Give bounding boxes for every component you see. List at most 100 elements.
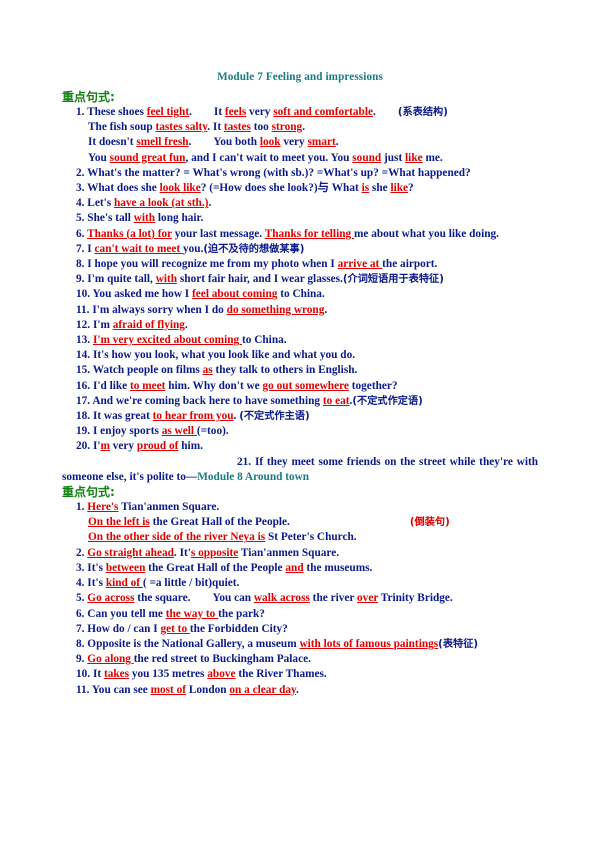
highlighted-phrase: and bbox=[285, 561, 304, 574]
highlighted-phrase: I'm very excited about coming bbox=[92, 334, 242, 347]
module8-item-2: 2. Go straight ahead. It's opposite Tian… bbox=[62, 546, 538, 561]
module7-item-10: 10. You asked me how I feel about coming… bbox=[62, 287, 538, 302]
sentence-text: You asked me how I bbox=[92, 288, 193, 301]
highlighted-phrase: as well bbox=[161, 425, 197, 438]
item-number: 6. bbox=[76, 227, 88, 240]
sentence-text: . bbox=[373, 106, 376, 118]
highlighted-phrase: Thanks (a lot) for bbox=[87, 227, 172, 240]
highlighted-phrase: do something wrong bbox=[226, 303, 325, 316]
sentence-text: It was great bbox=[92, 410, 153, 423]
highlighted-phrase: afraid of flying bbox=[112, 318, 185, 331]
sentence-text: Tian'anmen Square. bbox=[118, 501, 220, 514]
module7-item-12: 12. I'm afraid of flying. bbox=[62, 318, 538, 333]
item-number: 15. bbox=[76, 364, 93, 377]
module8-sentence-list: 1. Here's Tian'anmen Square. On the left … bbox=[62, 500, 538, 698]
sentence-text: just bbox=[381, 151, 406, 164]
sentence-text: ( =a little / bit)quiet. bbox=[142, 577, 240, 590]
sentence-text: the square. bbox=[134, 592, 191, 605]
highlighted-phrase: between bbox=[105, 561, 146, 574]
highlighted-phrase: Go straight ahead bbox=[87, 546, 174, 559]
module8-item-5: 5. Go across the square. You can walk acr… bbox=[62, 591, 538, 606]
highlighted-phrase: Go across bbox=[87, 592, 135, 605]
sentence-text: I bbox=[87, 242, 95, 255]
sentence-text: She's tall bbox=[87, 212, 134, 225]
sentence-text: It bbox=[92, 668, 104, 681]
highlighted-phrase: proud of bbox=[136, 440, 179, 453]
module7-item-9: 9. I'm quite tall, with short fair hair,… bbox=[62, 272, 538, 287]
sentence-text: How do / can I bbox=[87, 622, 161, 635]
sentence-text: I'm bbox=[92, 318, 113, 331]
sentence-text: him. bbox=[178, 440, 203, 453]
module7-item-6: 6. Thanks (a lot) for your last message.… bbox=[62, 227, 538, 242]
module7-item-7: 7. I can't wait to meet you.(迫不及待的想做某事) bbox=[62, 242, 538, 257]
sentence-text: ? bbox=[408, 182, 414, 195]
sentence-text: You can see bbox=[91, 683, 151, 696]
module7-item-1: 1. These shoes feel tight. It feels very … bbox=[62, 105, 538, 120]
module8-item-7: 7. How do / can I get to the Forbidden C… bbox=[62, 622, 538, 637]
sentence-text: to China. bbox=[242, 334, 287, 347]
sentence-text: me about what you like doing. bbox=[353, 227, 499, 240]
highlighted-phrase: have a look (at sth.) bbox=[113, 197, 209, 210]
module7-item-5: 5. She's tall with long hair. bbox=[62, 211, 538, 226]
highlighted-phrase: On the left is bbox=[88, 516, 150, 529]
highlighted-phrase: on a clear day bbox=[229, 683, 297, 696]
sentence-text: . It' bbox=[173, 546, 191, 559]
highlighted-phrase: like bbox=[405, 151, 423, 164]
item-number: 4. bbox=[76, 197, 88, 210]
sentence-text: very bbox=[280, 136, 308, 149]
sentence-text: . bbox=[335, 136, 339, 149]
module8-item-4: 4. It's kind of ( =a little / bit)quiet. bbox=[62, 576, 538, 591]
highlighted-phrase: with bbox=[155, 273, 178, 286]
sentence-text: the river bbox=[309, 592, 358, 605]
module7-item-20: 20. I'm very proud of him. bbox=[62, 439, 538, 454]
module7-item-cont-3: You sound great fun, and I can't wait to… bbox=[62, 151, 538, 166]
highlighted-phrase: Here's bbox=[87, 501, 119, 514]
item-number: 7. bbox=[76, 242, 88, 255]
sentence-text: I enjoy sports bbox=[92, 425, 162, 438]
sentence-text: the River Thames. bbox=[235, 668, 327, 681]
sentence-text: . bbox=[189, 106, 192, 118]
item-number: 14. bbox=[76, 349, 93, 362]
module8-item-11: 11. You can see most of London on a clea… bbox=[62, 683, 538, 698]
sentence-text: she bbox=[369, 182, 391, 195]
module8-item-9: 9. Go along the red street to Buckingham… bbox=[62, 652, 538, 667]
document-title: Module 7 Feeling and impressions bbox=[217, 71, 383, 83]
sentence-text: It's bbox=[87, 577, 106, 590]
highlighted-phrase: get to bbox=[160, 622, 190, 635]
sentence-text: I'm always sorry when I do bbox=[92, 303, 227, 316]
module7-item-19: 19. I enjoy sports as well (=too). bbox=[62, 424, 538, 439]
section-header-module8: 重点句式: bbox=[62, 485, 115, 500]
sentence-text: Watch people on films bbox=[92, 364, 203, 377]
module7-item-17: 17. And we're coming back here to have s… bbox=[62, 394, 538, 409]
grammar-note: (不定式作主语) bbox=[239, 411, 310, 423]
item-number: 21. bbox=[237, 455, 252, 468]
highlighted-phrase: s opposite bbox=[190, 546, 239, 559]
item-number: 19. bbox=[76, 425, 93, 438]
sentence-text: And we're coming back here to have somet… bbox=[92, 394, 323, 407]
module8-item-8: 8. Opposite is the National Gallery, a m… bbox=[62, 637, 538, 652]
sentence-text: What's the matter? = What's wrong (with … bbox=[87, 166, 471, 179]
sentence-text: . bbox=[296, 683, 299, 696]
highlighted-phrase: takes bbox=[103, 668, 130, 681]
sentence-text: It doesn't bbox=[88, 136, 137, 149]
sentence-text: I'm quite tall, bbox=[87, 273, 156, 286]
sentence-text: short fair hair, and I wear glasses. bbox=[177, 273, 343, 286]
grammar-note: (介词短语用于表特征) bbox=[342, 274, 444, 286]
sentence-text: . bbox=[208, 197, 212, 210]
sentence-text: St Peter's Church. bbox=[265, 531, 357, 544]
sentence-text: Tian'anmen Square. bbox=[238, 546, 340, 559]
item-number: 1. bbox=[76, 106, 88, 118]
sentence-text: . bbox=[302, 121, 306, 134]
module7-item-cont-1: The fish soup tastes salty. It tastes to… bbox=[62, 120, 538, 135]
item-number: 6. bbox=[76, 607, 88, 620]
sentence-text: These shoes bbox=[87, 106, 147, 118]
module8-item-cont-1: On the left is the Great Hall of the Peo… bbox=[62, 515, 538, 530]
item-number: 3. bbox=[76, 561, 88, 574]
item-number: 11. bbox=[76, 683, 92, 696]
sentence-text: Trinity Bridge. bbox=[378, 592, 453, 605]
sentence-text: , and I can't wait to meet you. You bbox=[185, 151, 353, 164]
sentence-text: very bbox=[109, 440, 137, 453]
grammar-note: (系表结构) bbox=[397, 107, 448, 118]
module7-item-13: 13. I'm very excited about coming to Chi… bbox=[62, 333, 538, 348]
grammar-note: (迫不及待的想做某事) bbox=[203, 243, 305, 255]
